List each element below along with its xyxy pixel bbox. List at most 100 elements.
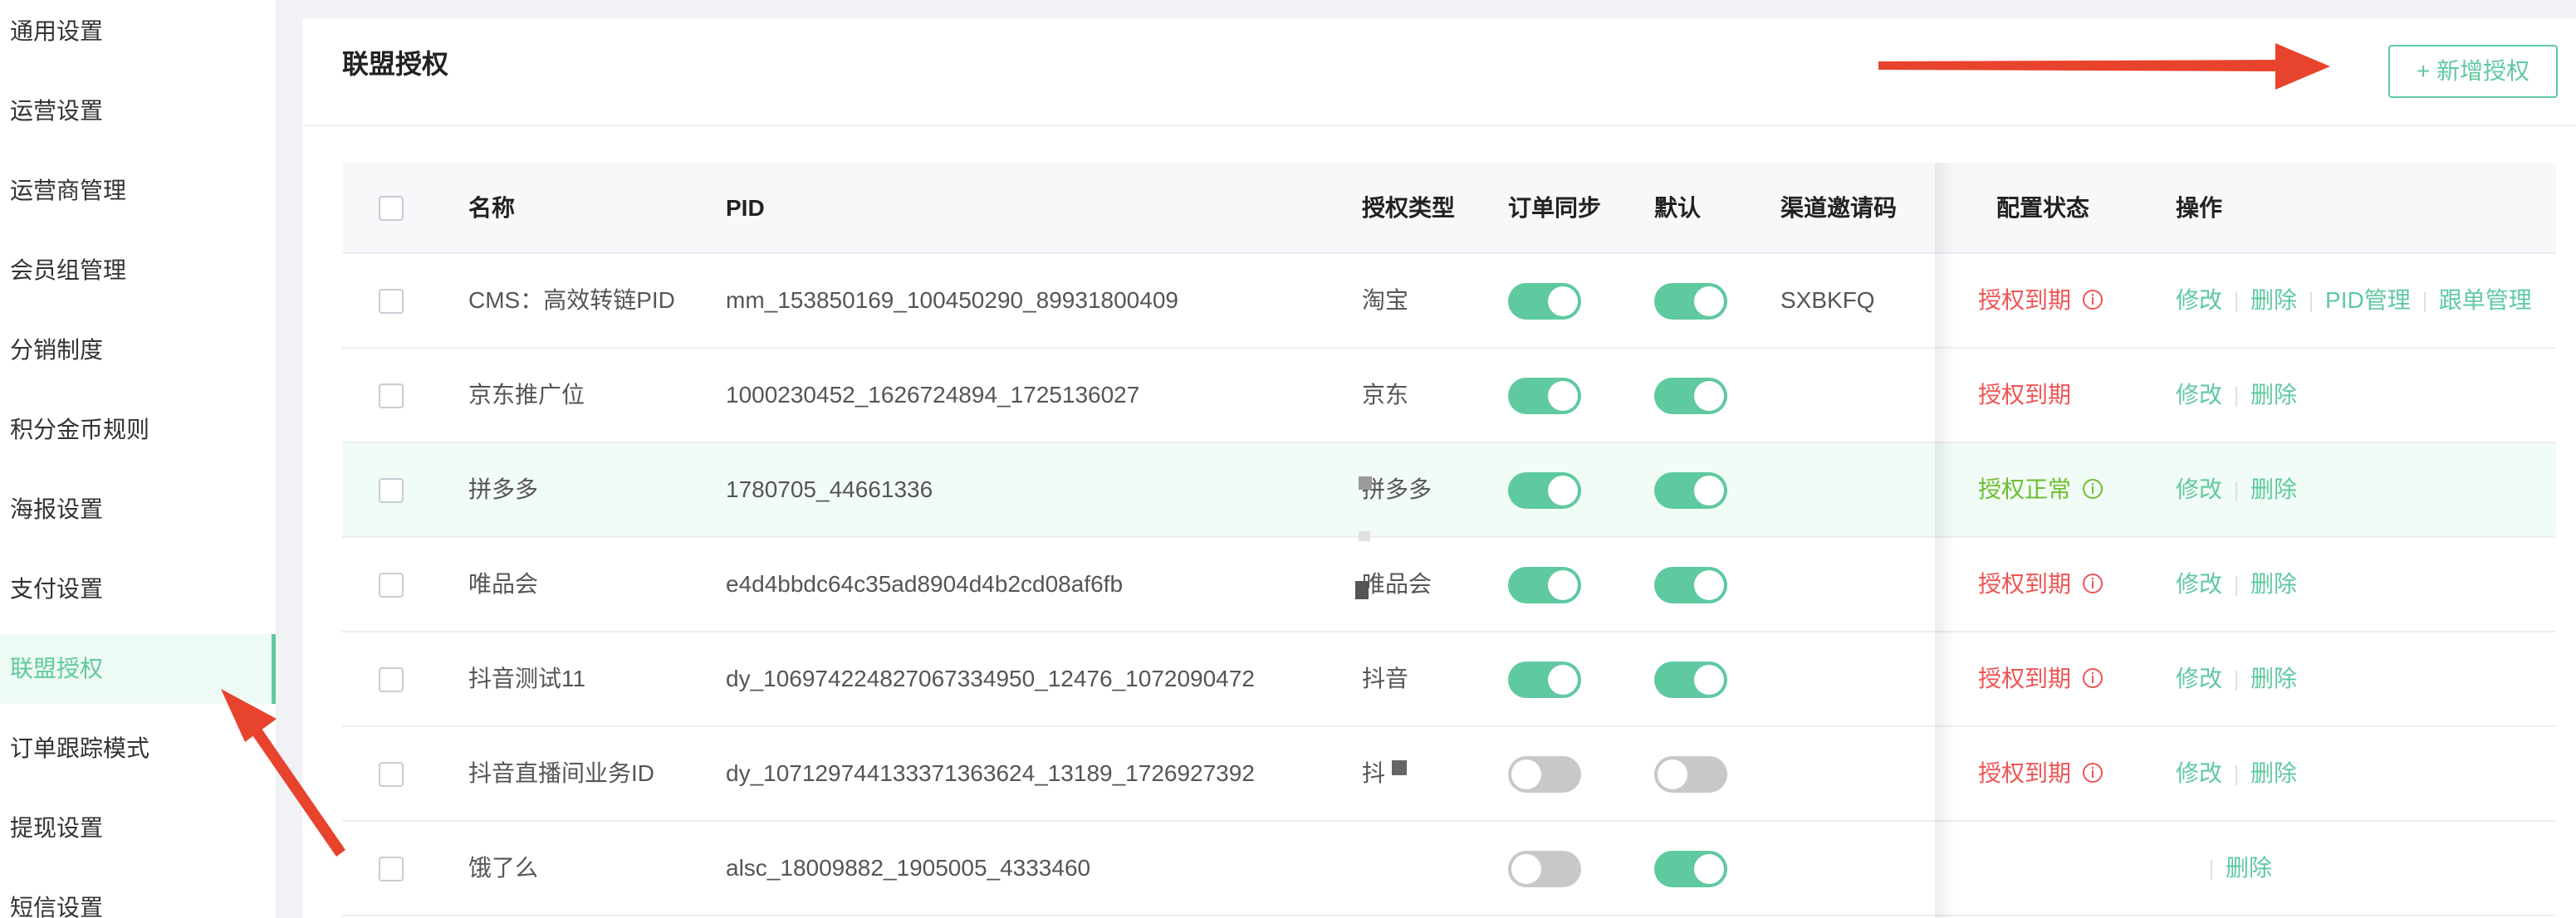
artifact	[1355, 581, 1369, 599]
row-auth-type: 抖音	[1362, 666, 1409, 691]
pid-manage-link[interactable]: PID管理	[2325, 287, 2411, 313]
row-actions: 修改 删除	[2176, 443, 2297, 536]
row-actions: 删除	[2176, 822, 2272, 915]
col-order-sync: 订单同步	[1508, 195, 1602, 221]
order-sync-toggle[interactable]	[1508, 378, 1581, 414]
sidebar-item-poster[interactable]: 海报设置	[0, 475, 276, 544]
row-auth-type: 淘宝	[1362, 287, 1409, 313]
default-toggle[interactable]	[1654, 567, 1727, 603]
row-pid: alsc_18009882_1905005_4333460	[726, 855, 1091, 881]
divider	[2423, 291, 2426, 312]
col-default: 默认	[1654, 195, 1702, 221]
edit-link[interactable]: 修改	[2176, 571, 2222, 597]
select-all-checkbox[interactable]	[379, 196, 404, 221]
row-pid: 1780705_44661336	[726, 476, 933, 502]
row-name: 唯品会	[468, 571, 539, 597]
col-actions: 操作	[2176, 195, 2223, 221]
delete-link[interactable]: 删除	[2250, 382, 2297, 408]
sidebar-item-operation[interactable]: 运营设置	[0, 76, 276, 146]
row-actions: 修改 删除	[2176, 349, 2297, 442]
default-toggle[interactable]	[1654, 378, 1727, 414]
info-icon[interactable]	[2081, 761, 2104, 784]
row-checkbox[interactable]	[379, 762, 404, 787]
default-toggle[interactable]	[1654, 851, 1727, 887]
status-text: 授权到期	[1978, 760, 2072, 786]
row-auth-type: 京东	[1362, 382, 1409, 408]
edit-link[interactable]: 修改	[2176, 476, 2222, 502]
delete-link[interactable]: 删除	[2250, 760, 2297, 786]
edit-link[interactable]: 修改	[2176, 760, 2222, 786]
page-title: 联盟授权	[342, 49, 449, 79]
info-icon[interactable]	[2081, 572, 2104, 595]
order-tracking-link[interactable]: 跟单管理	[2439, 287, 2532, 313]
info-icon[interactable]	[2081, 667, 2104, 690]
sidebar-item-withdrawal[interactable]: 提现设置	[0, 793, 276, 863]
sidebar-item-points-rules[interactable]: 积分金币规则	[0, 395, 276, 465]
col-auth-type: 授权类型	[1362, 195, 1456, 221]
info-icon[interactable]	[2081, 477, 2104, 501]
edit-link[interactable]: 修改	[2176, 666, 2222, 691]
table-row: 抖音测试11 dy_106974224827067334950_12476_10…	[342, 632, 2556, 727]
row-name: 抖音直播间业务ID	[468, 760, 655, 786]
order-sync-toggle[interactable]	[1508, 662, 1581, 698]
delete-link[interactable]: 删除	[2250, 666, 2297, 691]
order-sync-toggle[interactable]	[1508, 567, 1581, 603]
row-checkbox[interactable]	[379, 478, 404, 503]
delete-link[interactable]: 删除	[2250, 476, 2297, 502]
row-checkbox[interactable]	[379, 383, 404, 408]
table-header: 名称 PID 授权类型 订单同步 默认 渠道邀请码 配置状态 操作	[342, 163, 2556, 254]
col-pid: PID	[726, 195, 765, 221]
status-badge: 授权到期	[1978, 727, 2104, 820]
artifact	[1392, 760, 1407, 775]
row-checkbox[interactable]	[379, 289, 404, 314]
row-invite-code: SXBKFQ	[1780, 287, 1875, 313]
row-auth-type: 唯品会	[1362, 571, 1432, 597]
row-checkbox[interactable]	[379, 667, 404, 692]
default-toggle[interactable]	[1654, 472, 1727, 509]
divider	[2236, 670, 2238, 691]
row-checkbox[interactable]	[379, 857, 404, 881]
divider	[2236, 291, 2238, 312]
sidebar-item-operators[interactable]: 运营商管理	[0, 156, 276, 226]
col-invite-code: 渠道邀请码	[1780, 195, 1898, 221]
sidebar-item-member-groups[interactable]: 会员组管理	[0, 236, 276, 305]
delete-link[interactable]: 删除	[2226, 855, 2272, 881]
status-text: 授权到期	[1978, 666, 2072, 691]
table-row: 唯品会 e4d4bbdc64c35ad8904d4b2cd08af6fb 唯品会…	[342, 538, 2556, 632]
sidebar-item-sms[interactable]: 短信设置	[0, 873, 276, 918]
artifact	[1359, 531, 1370, 541]
divider	[2236, 764, 2238, 785]
edit-link[interactable]: 修改	[2176, 382, 2222, 408]
order-sync-toggle[interactable]	[1508, 851, 1581, 887]
divider	[2211, 859, 2212, 880]
row-name: CMS：高效转链PID	[468, 287, 675, 313]
status-text: 授权到期	[1978, 382, 2072, 408]
order-sync-toggle[interactable]	[1508, 283, 1581, 320]
sidebar-item-payment[interactable]: 支付设置	[0, 554, 276, 624]
delete-link[interactable]: 删除	[2250, 571, 2297, 597]
sidebar-item-order-tracking[interactable]: 订单跟踪模式	[0, 714, 276, 784]
default-toggle[interactable]	[1654, 756, 1727, 793]
edit-link[interactable]: 修改	[2176, 287, 2222, 313]
status-badge: 授权到期	[1978, 349, 2071, 442]
divider	[2236, 575, 2238, 596]
order-sync-toggle[interactable]	[1508, 472, 1581, 509]
artifact	[1359, 476, 1372, 490]
row-name: 京东推广位	[468, 382, 585, 408]
status-text: 授权正常	[1978, 476, 2072, 502]
status-badge: 授权正常	[1978, 443, 2104, 536]
add-authorization-button[interactable]: + 新增授权	[2388, 45, 2558, 98]
sidebar-item-distribution[interactable]: 分销制度	[0, 315, 276, 385]
status-text: 授权到期	[1978, 571, 2072, 597]
order-sync-toggle[interactable]	[1508, 756, 1581, 793]
row-actions: 修改 删除	[2176, 727, 2297, 820]
row-checkbox[interactable]	[379, 573, 404, 598]
default-toggle[interactable]	[1654, 662, 1727, 698]
delete-link[interactable]: 删除	[2250, 287, 2297, 313]
status-text: 授权到期	[1978, 287, 2072, 313]
sidebar-item-alliance-auth[interactable]: 联盟授权	[0, 634, 276, 704]
info-icon[interactable]	[2081, 288, 2104, 311]
sidebar-item-general[interactable]: 通用设置	[0, 0, 276, 66]
divider	[2236, 386, 2238, 407]
default-toggle[interactable]	[1654, 283, 1727, 320]
